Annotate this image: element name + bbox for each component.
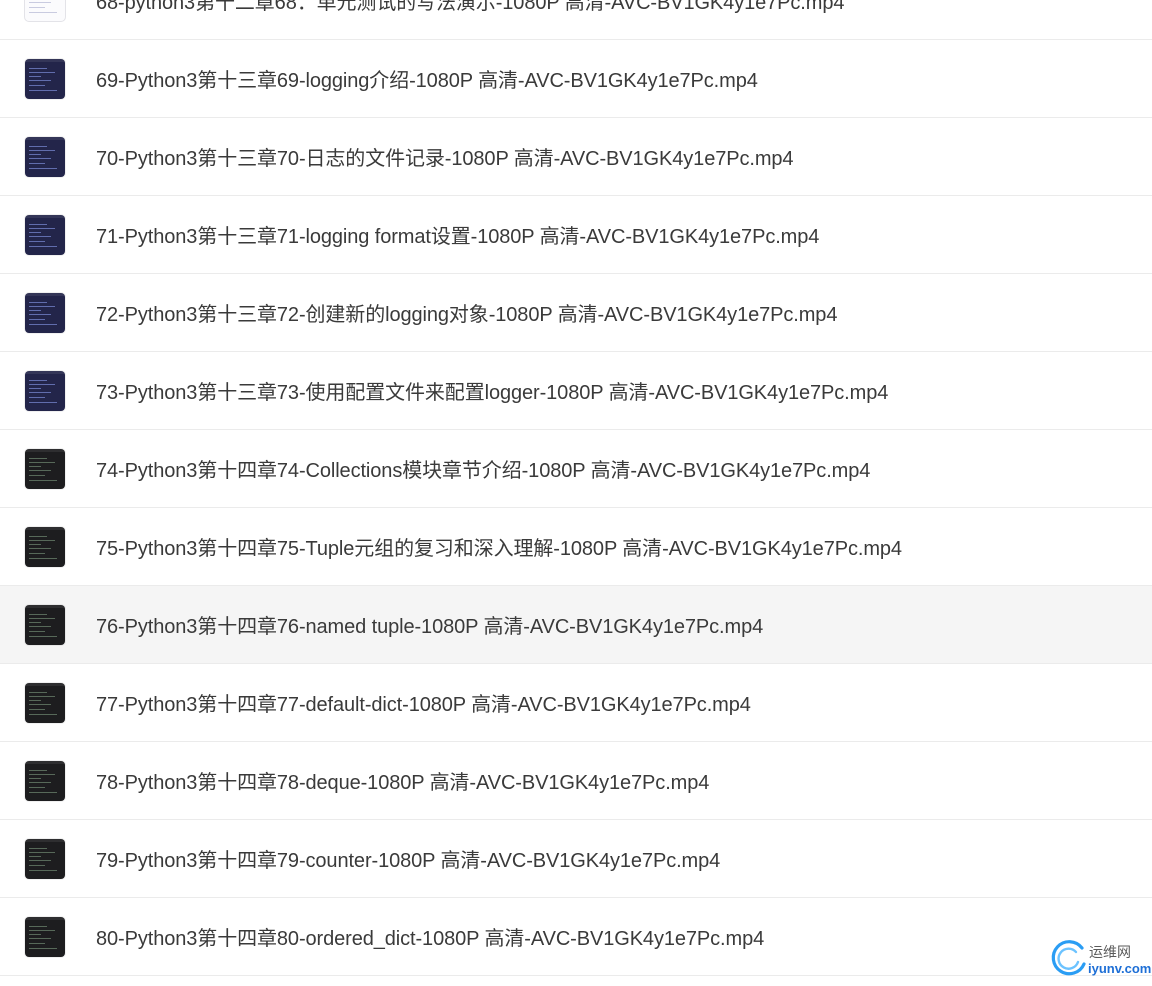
file-name: 68-python3第十二章68：单元测试的写法演示-1080P 高清-AVC-…	[96, 0, 845, 14]
list-item[interactable]: 74-Python3第十四章74-Collections模块章节介绍-1080P…	[0, 430, 1152, 508]
file-name: 69-Python3第十三章69-logging介绍-1080P 高清-AVC-…	[96, 70, 758, 92]
watermark: 运维网 iyunv.com	[1046, 936, 1152, 982]
list-item[interactable]: 78-Python3第十四章78-deque-1080P 高清-AVC-BV1G…	[0, 742, 1152, 820]
watermark-en-text: iyunv.com	[1088, 961, 1152, 976]
video-thumbnail	[25, 136, 65, 177]
video-thumbnail	[25, 58, 65, 99]
video-thumbnail	[25, 370, 65, 411]
file-name: 73-Python3第十三章73-使用配置文件来配置logger-1080P 高…	[96, 382, 889, 404]
file-name: 78-Python3第十四章78-deque-1080P 高清-AVC-BV1G…	[96, 772, 710, 794]
video-thumbnail	[25, 682, 65, 723]
video-thumbnail	[25, 916, 65, 957]
file-name: 79-Python3第十四章79-counter-1080P 高清-AVC-BV…	[96, 850, 721, 872]
file-name: 75-Python3第十四章75-Tuple元组的复习和深入理解-1080P 高…	[96, 538, 902, 560]
watermark-cn-text: 运维网	[1089, 945, 1131, 961]
list-item[interactable]: 69-Python3第十三章69-logging介绍-1080P 高清-AVC-…	[0, 40, 1152, 118]
file-name: 72-Python3第十三章72-创建新的logging对象-1080P 高清-…	[96, 304, 838, 326]
list-item[interactable]: 75-Python3第十四章75-Tuple元组的复习和深入理解-1080P 高…	[0, 508, 1152, 586]
list-item[interactable]: 76-Python3第十四章76-named tuple-1080P 高清-AV…	[0, 586, 1152, 664]
video-thumbnail	[25, 292, 65, 333]
iyunv-logo-icon	[1051, 940, 1086, 976]
file-name: 71-Python3第十三章71-logging format设置-1080P …	[96, 226, 820, 248]
video-thumbnail	[25, 838, 65, 879]
video-thumbnail	[25, 448, 65, 489]
file-name: 70-Python3第十三章70-日志的文件记录-1080P 高清-AVC-BV…	[96, 148, 794, 170]
list-item[interactable]: 73-Python3第十三章73-使用配置文件来配置logger-1080P 高…	[0, 352, 1152, 430]
file-name: 74-Python3第十四章74-Collections模块章节介绍-1080P…	[96, 460, 871, 482]
video-thumbnail	[25, 604, 65, 645]
file-list: 68-python3第十二章68：单元测试的写法演示-1080P 高清-AVC-…	[0, 0, 1152, 976]
video-thumbnail	[25, 0, 65, 21]
video-thumbnail	[25, 214, 65, 255]
list-item[interactable]: 77-Python3第十四章77-default-dict-1080P 高清-A…	[0, 664, 1152, 742]
video-thumbnail	[25, 526, 65, 567]
file-name: 77-Python3第十四章77-default-dict-1080P 高清-A…	[96, 694, 751, 716]
video-thumbnail	[25, 760, 65, 801]
list-item[interactable]: 72-Python3第十三章72-创建新的logging对象-1080P 高清-…	[0, 274, 1152, 352]
list-item[interactable]: 68-python3第十二章68：单元测试的写法演示-1080P 高清-AVC-…	[0, 0, 1152, 40]
file-name: 80-Python3第十四章80-ordered_dict-1080P 高清-A…	[96, 928, 765, 950]
list-item[interactable]: 79-Python3第十四章79-counter-1080P 高清-AVC-BV…	[0, 820, 1152, 898]
list-item[interactable]: 70-Python3第十三章70-日志的文件记录-1080P 高清-AVC-BV…	[0, 118, 1152, 196]
file-name: 76-Python3第十四章76-named tuple-1080P 高清-AV…	[96, 616, 764, 638]
list-item[interactable]: 71-Python3第十三章71-logging format设置-1080P …	[0, 196, 1152, 274]
list-item[interactable]: 80-Python3第十四章80-ordered_dict-1080P 高清-A…	[0, 898, 1152, 976]
